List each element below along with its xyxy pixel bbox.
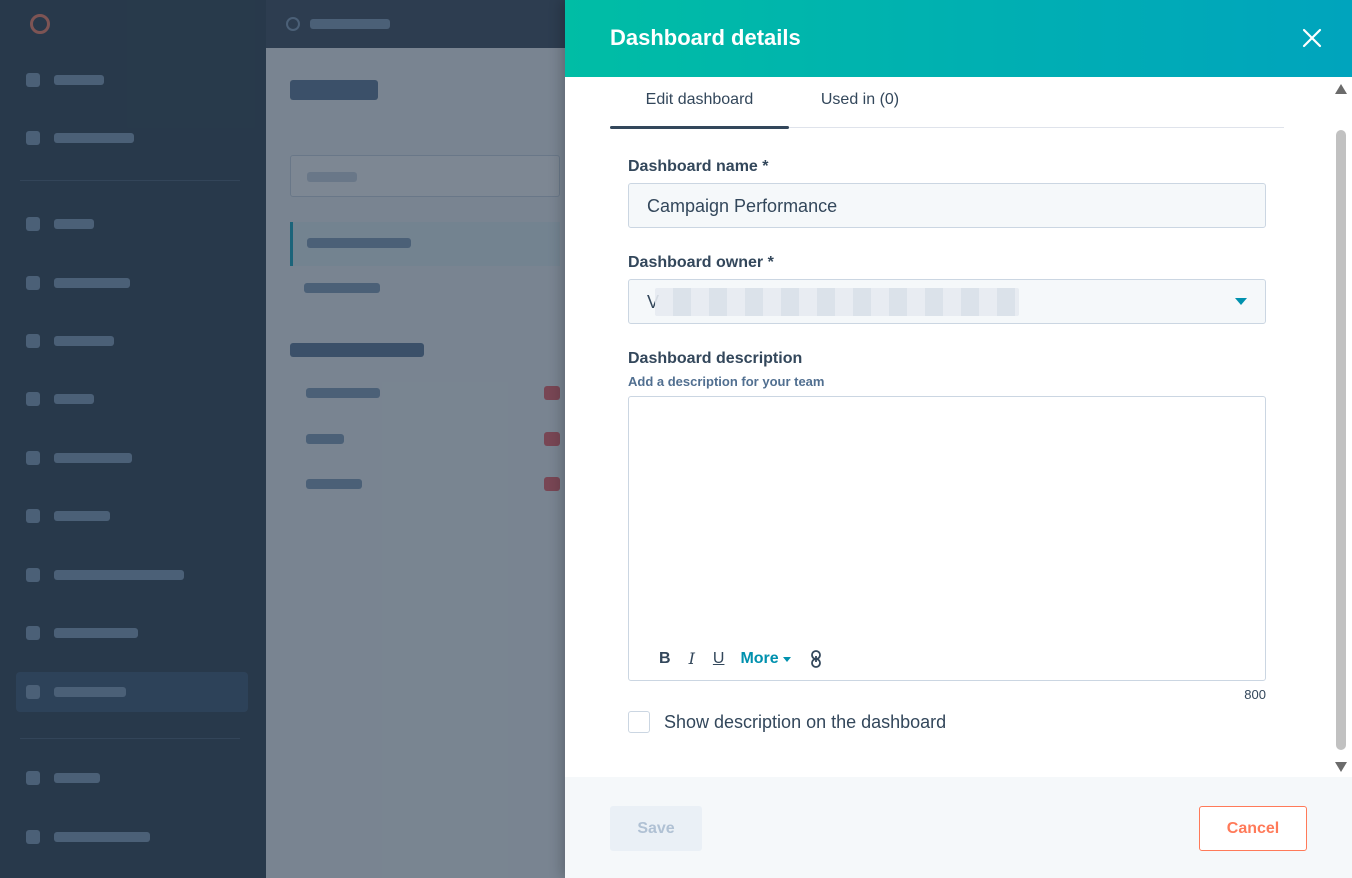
insert-link-button[interactable] (809, 649, 823, 669)
close-icon (1302, 28, 1322, 48)
dashboard-owner-select[interactable]: V (628, 279, 1266, 324)
more-label: More (740, 650, 779, 667)
panel-scrollbar[interactable] (1334, 82, 1348, 774)
dashboard-name-value: Campaign Performance (647, 196, 838, 216)
show-description-label: Show description on the dashboard (664, 711, 947, 732)
underline-button[interactable]: U (713, 648, 725, 670)
link-icon (810, 650, 821, 668)
dashboard-details-panel: Dashboard details Edit dashboard Used in… (565, 0, 1352, 878)
rich-text-toolbar: B I U More (659, 648, 823, 670)
panel-header: Dashboard details (565, 0, 1352, 77)
dashboard-description-help: Add a description for your team (628, 374, 825, 389)
dashboard-owner-label: Dashboard owner * (628, 254, 774, 271)
more-formatting-button[interactable]: More (740, 648, 791, 670)
cancel-button[interactable]: Cancel (1199, 806, 1307, 851)
tab-bar: Edit dashboard Used in (0) (610, 77, 1284, 129)
dashboard-description-editor[interactable]: B I U More (628, 396, 1266, 681)
panel-footer: Save Cancel (565, 777, 1352, 878)
scroll-thumb[interactable] (1336, 130, 1346, 750)
scroll-up-arrow-icon[interactable] (1335, 84, 1347, 94)
redacted-owner-name (655, 288, 1019, 316)
panel-body: Edit dashboard Used in (0) Dashboard nam… (565, 77, 1352, 777)
tab-used-in[interactable]: Used in (0) (800, 77, 920, 128)
bold-button[interactable]: B (659, 648, 671, 670)
show-description-checkbox[interactable] (628, 711, 650, 733)
tab-edit-dashboard[interactable]: Edit dashboard (610, 77, 789, 129)
panel-title: Dashboard details (610, 25, 801, 50)
save-button[interactable]: Save (610, 806, 702, 851)
show-description-toggle[interactable]: Show description on the dashboard (628, 711, 946, 733)
close-button[interactable] (1300, 26, 1324, 50)
italic-button[interactable]: I (689, 648, 695, 670)
caret-down-icon (782, 656, 791, 662)
dashboard-name-input[interactable]: Campaign Performance (628, 183, 1266, 228)
dashboard-description-label: Dashboard description (628, 350, 803, 367)
character-limit: 800 (1244, 687, 1266, 702)
scroll-down-arrow-icon[interactable] (1335, 762, 1347, 772)
chevron-down-icon (1235, 298, 1247, 305)
dashboard-name-label: Dashboard name * (628, 158, 769, 175)
